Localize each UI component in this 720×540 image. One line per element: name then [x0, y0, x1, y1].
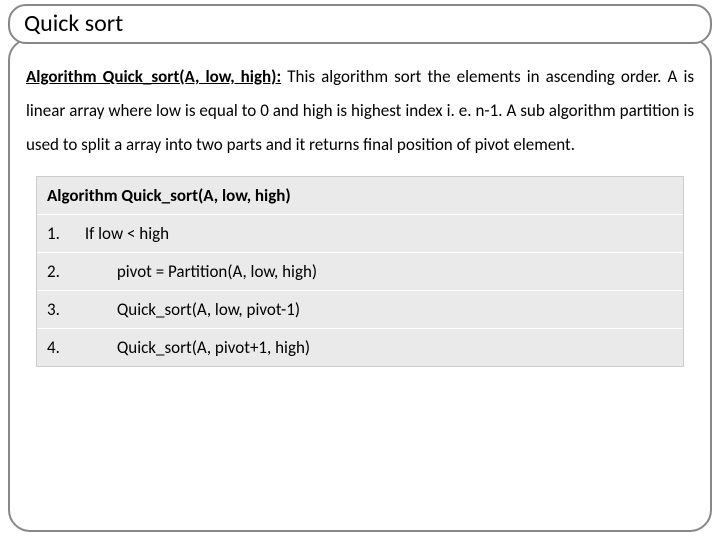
step-text: pivot = Partition(A, low, high) — [117, 261, 317, 282]
description-lead: Algorithm Quick_sort(A, low, high): — [26, 66, 281, 87]
algorithm-header: Algorithm Quick_sort(A, low, high) — [37, 177, 683, 215]
algorithm-step: 4. Quick_sort(A, pivot+1, high) — [37, 329, 683, 366]
content-frame: Algorithm Quick_sort(A, low, high): This… — [8, 38, 712, 532]
content-area: Algorithm Quick_sort(A, low, high): This… — [24, 60, 696, 367]
step-text: Quick_sort(A, pivot+1, high) — [117, 337, 310, 358]
step-number: 4. — [47, 337, 71, 358]
title-card: Quick sort — [8, 4, 712, 44]
step-text: Quick_sort(A, low, pivot-1) — [117, 299, 300, 320]
algorithm-box: Algorithm Quick_sort(A, low, high) 1. If… — [36, 176, 684, 367]
step-text: If low < high — [85, 223, 169, 244]
step-number: 1. — [47, 223, 71, 244]
algorithm-step: 2. pivot = Partition(A, low, high) — [37, 253, 683, 291]
step-number: 2. — [47, 261, 71, 282]
step-number: 3. — [47, 299, 71, 320]
page-title: Quick sort — [24, 9, 696, 38]
algorithm-description: Algorithm Quick_sort(A, low, high): This… — [26, 60, 694, 162]
algorithm-step: 3. Quick_sort(A, low, pivot-1) — [37, 291, 683, 329]
algorithm-step: 1. If low < high — [37, 215, 683, 253]
